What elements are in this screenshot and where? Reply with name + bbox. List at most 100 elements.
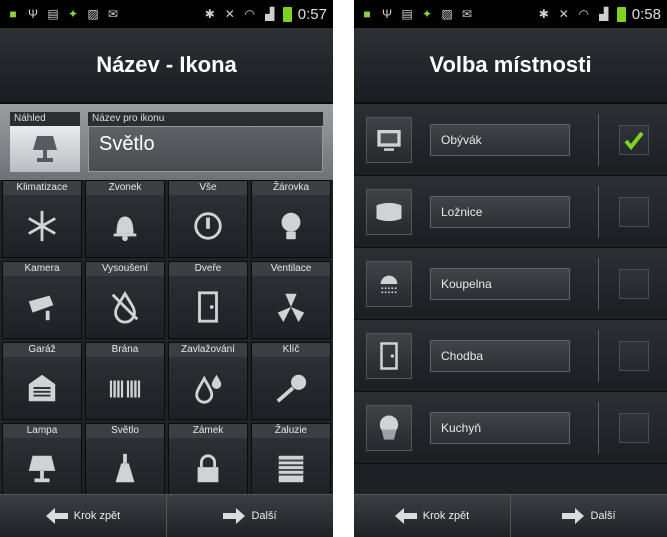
bluetooth-icon: ✱ [538,7,549,21]
icon-tile[interactable]: Klíč [251,342,331,420]
icon-tile[interactable]: Světlo [85,423,165,501]
icon-tile-label: Vysoušení [86,262,164,276]
right-screen: ■ Ψ ▤ ✦ ▨ ✉ ✱ ✕ ◠ ▟ 0:58 Volba místnosti… [354,0,667,537]
icon-tile[interactable]: Lampa [2,423,82,501]
android-icon: ■ [9,7,17,21]
icon-tile[interactable]: Vysoušení [85,261,165,339]
status-bar: ■ Ψ ▤ ✦ ▨ ✉ ✱ ✕ ◠ ▟ 0:58 [354,0,667,28]
icon-tile[interactable]: Ventilace [251,261,331,339]
icon-tile[interactable]: Žárovka [251,180,331,258]
wifi-icon: ◠ [578,7,590,21]
room-row[interactable]: Obývák [354,104,667,176]
room-checkbox[interactable] [619,412,649,443]
icon-tile[interactable]: Dveře [168,261,248,339]
mute-icon: ✕ [558,7,569,21]
icon-tile[interactable]: Brána [85,342,165,420]
back-button[interactable]: Krok zpět [354,495,510,537]
icon-tile[interactable]: Klimatizace [2,180,82,258]
room-row[interactable]: Chodba [354,320,667,392]
room-name-field[interactable]: Ložnice [430,195,570,228]
arrow-right-icon [562,508,585,524]
divider [598,330,599,382]
room-row[interactable]: Koupelna [354,248,667,320]
sync-icon: ✦ [67,7,79,21]
next-label: Další [590,510,616,522]
gate-icon [86,357,164,419]
sd-icon: ▤ [401,7,413,21]
bulb-icon [252,195,330,257]
next-button[interactable]: Další [166,495,333,537]
back-label: Krok zpět [73,510,121,522]
arrow-left-icon [394,508,417,524]
snowflake-icon [3,195,81,257]
icon-tile-label: Brána [86,343,164,357]
lamp-icon [10,126,80,172]
room-checkbox[interactable] [619,124,649,155]
name-label: Název pro ikonu [88,112,323,126]
blinds-icon [252,438,330,500]
icon-tile-label: Vše [169,181,247,195]
bell-icon [86,195,164,257]
android-icon: ■ [363,7,371,21]
icon-tile-label: Zvonek [86,181,164,195]
icon-tile-label: Kamera [3,262,81,276]
room-checkbox[interactable] [619,196,649,227]
room-checkbox[interactable] [619,268,649,299]
preview-label: Náhled [10,112,80,126]
icon-tile[interactable]: Garáž [2,342,82,420]
icon-tile-label: Světlo [86,424,164,438]
garage-icon [3,357,81,419]
wifi-icon: ◠ [244,7,256,21]
icon-tile-label: Dveře [169,262,247,276]
room-checkbox[interactable] [619,340,649,371]
checkmark-icon [624,131,644,150]
clock: 0:57 [297,5,327,23]
pillow-icon [366,188,412,235]
key-icon [252,357,330,419]
next-button[interactable]: Další [510,495,667,537]
icon-tile[interactable]: Kamera [2,261,82,339]
icon-tile-label: Žaluzie [252,424,330,438]
power-icon [169,195,247,257]
battery-icon [282,6,292,22]
room-name-field[interactable]: Obývák [430,123,570,156]
icon-tile[interactable]: Žaluzie [251,423,331,501]
back-button[interactable]: Krok zpět [0,495,166,537]
icon-tile[interactable]: Zvonek [85,180,165,258]
preview-panel: Náhled Název pro ikonu Světlo [0,104,333,180]
page-title: Název - Ikona [0,28,333,104]
image-icon: ▨ [441,7,453,21]
arrow-left-icon [45,508,68,524]
icon-tile[interactable]: Zavlažování [168,342,248,420]
room-name-field[interactable]: Chodba [430,339,570,372]
icon-tile[interactable]: Zámek [168,423,248,501]
back-label: Krok zpět [422,510,470,522]
divider [598,402,599,454]
left-screen: ■ Ψ ▤ ✦ ▨ ✉ ✱ ✕ ◠ ▟ 0:57 Název - Ikona N… [0,0,333,537]
divider [598,258,599,310]
arrow-right-icon [223,508,246,524]
usb-icon: Ψ [27,7,39,21]
icon-tile-label: Klíč [252,343,330,357]
icon-tile-label: Klimatizace [3,181,81,195]
room-name-field[interactable]: Koupelna [430,267,570,300]
room-name-field[interactable]: Kuchyň [430,411,570,444]
sd-icon: ▤ [47,7,59,21]
icon-tile-label: Žárovka [252,181,330,195]
icon-tile-label: Zámek [169,424,247,438]
preview-box: Náhled [10,112,80,172]
bottom-bar: Krok zpět Další [0,494,333,537]
room-row[interactable]: Ložnice [354,176,667,248]
ceiling-light-icon [86,438,164,500]
status-bar: ■ Ψ ▤ ✦ ▨ ✉ ✱ ✕ ◠ ▟ 0:57 [0,0,333,28]
icon-tile[interactable]: Vše [168,180,248,258]
mute-icon: ✕ [224,7,235,21]
icon-name-input[interactable]: Světlo [88,126,323,172]
room-row[interactable]: Kuchyň [354,392,667,464]
usb-icon: Ψ [381,7,393,21]
camera-icon [3,276,81,338]
signal-icon: ▟ [265,7,275,21]
bottom-bar: Krok zpět Další [354,494,667,537]
mail-icon: ✉ [107,7,119,21]
tv-icon [366,116,412,163]
